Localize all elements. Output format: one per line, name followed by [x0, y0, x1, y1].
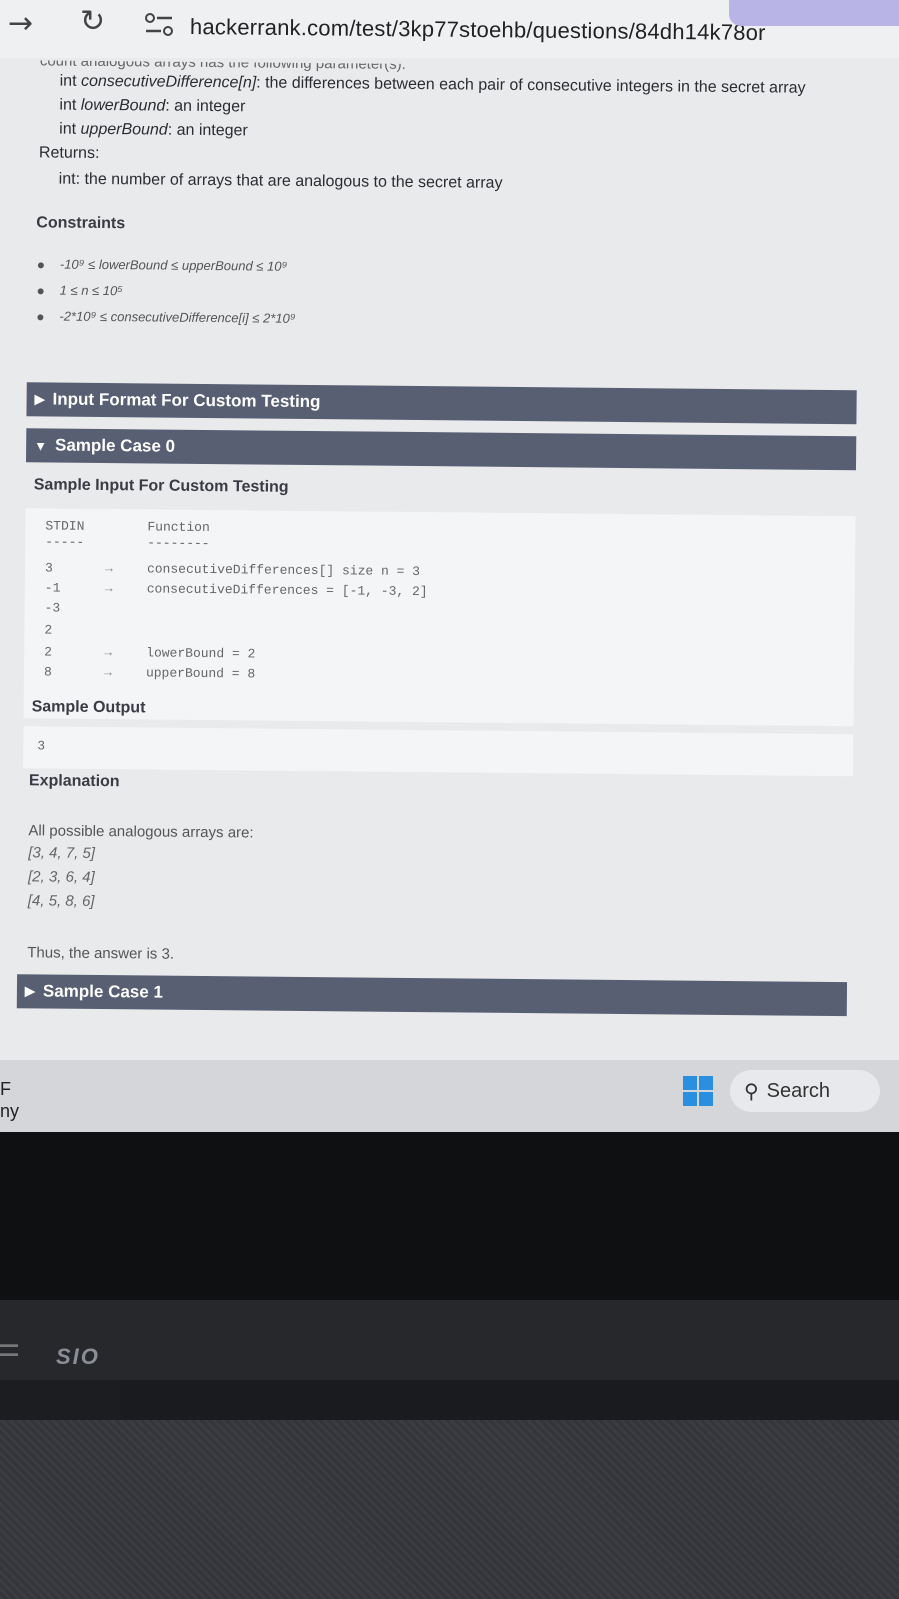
forward-arrow-icon[interactable]: →	[8, 6, 33, 41]
explanation-title: Explanation	[28, 772, 120, 791]
explanation-intro: All possible analogous arrays are:	[28, 822, 254, 842]
sample-case-1-section[interactable]: ▶ Sample Case 1	[16, 974, 848, 1017]
laptop-screen: → ↻ hackerrank.com/test/3kp77stoehb/ques…	[0, 0, 899, 1135]
output-value: 3	[37, 738, 46, 754]
stdin-header: STDIN	[45, 518, 85, 534]
windows-taskbar: F ny ⚲ Search	[0, 1060, 899, 1132]
windows-start-icon[interactable]	[683, 1076, 713, 1106]
analogous-array: [3, 4, 7, 5]	[28, 844, 96, 862]
stdin-value: 2	[44, 622, 53, 638]
caret-right-icon: ▶	[34, 391, 45, 407]
laptop-edge	[120, 1380, 899, 1420]
stdin-divider: -----	[45, 534, 85, 550]
sample-input-title: Sample Input For Custom Testing	[33, 476, 289, 496]
caret-down-icon: ▼	[34, 437, 48, 453]
taskbar-search-button[interactable]: ⚲ Search	[730, 1070, 880, 1112]
taskbar-left-label: F ny	[0, 1079, 20, 1121]
analogous-array: [4, 5, 8, 6]	[27, 892, 95, 910]
stdin-value: -1	[44, 580, 61, 596]
stdin-value: -3	[44, 600, 61, 616]
sample-input-code: STDIN Function ----- -------- 3 → consec…	[23, 508, 856, 727]
function-value: consecutiveDifferences[] size n = 3	[146, 561, 421, 580]
function-value: upperBound = 8	[145, 665, 256, 682]
explanation-conclusion: Thus, the answer is 3.	[27, 944, 175, 963]
param-lower-bound: int lowerBound: an integer	[59, 96, 246, 116]
address-bar-url[interactable]: hackerrank.com/test/3kp77stoehb/question…	[190, 14, 766, 46]
search-icon: ⚲	[744, 1079, 759, 1103]
sample-output-title: Sample Output	[31, 698, 146, 717]
arrow-icon: →	[103, 665, 112, 681]
constraint-item: -2*10⁹ ≤ consecutiveDifference[i] ≤ 2*10…	[37, 308, 296, 326]
caret-right-icon: ▶	[24, 983, 36, 999]
function-value: lowerBound = 2	[146, 645, 256, 662]
returns-text: int: the number of arrays that are analo…	[58, 170, 503, 192]
stdin-value: 3	[44, 560, 53, 576]
laptop-brand-logo: SIO	[56, 1344, 100, 1369]
sample-case-0-section[interactable]: ▼ Sample Case 0	[26, 428, 857, 471]
function-value: consecutiveDifferences = [-1, -3, 2]	[146, 581, 428, 600]
param-upper-bound: int upperBound: an integer	[59, 120, 248, 140]
function-header: Function	[147, 519, 210, 536]
reload-icon[interactable]: ↻	[80, 4, 105, 39]
param-consecutive-difference: int consecutiveDifference[n]: the differ…	[59, 72, 806, 97]
analogous-array: [2, 3, 6, 4]	[27, 868, 95, 886]
cut-off-line: count analogous arrays has the following…	[39, 52, 406, 73]
constraint-item: 1 ≤ n ≤ 10⁵	[37, 282, 123, 298]
problem-content: count analogous arrays has the following…	[0, 46, 899, 1075]
input-format-section[interactable]: ▶ Input Format For Custom Testing	[26, 382, 857, 425]
constraint-item: -10⁹ ≤ lowerBound ≤ upperBound ≤ 10⁹	[37, 256, 287, 274]
arrow-icon: →	[104, 645, 113, 661]
sample-output-code: 3	[23, 726, 854, 777]
stdin-value: 2	[44, 644, 53, 660]
arrow-icon: →	[104, 581, 113, 597]
laptop-keyboard-deck	[0, 1420, 899, 1599]
laptop-hinge	[0, 1300, 899, 1380]
stdin-value: 8	[43, 664, 52, 680]
site-settings-icon[interactable]	[144, 12, 174, 38]
browser-tab-accent[interactable]	[729, 0, 899, 26]
laptop-badge-graphic: ▬▬ ▬▬	[0, 1339, 18, 1358]
arrow-icon: →	[104, 561, 113, 577]
function-divider: --------	[147, 535, 210, 552]
constraints-title: Constraints	[36, 214, 126, 233]
returns-label: Returns:	[38, 144, 100, 162]
